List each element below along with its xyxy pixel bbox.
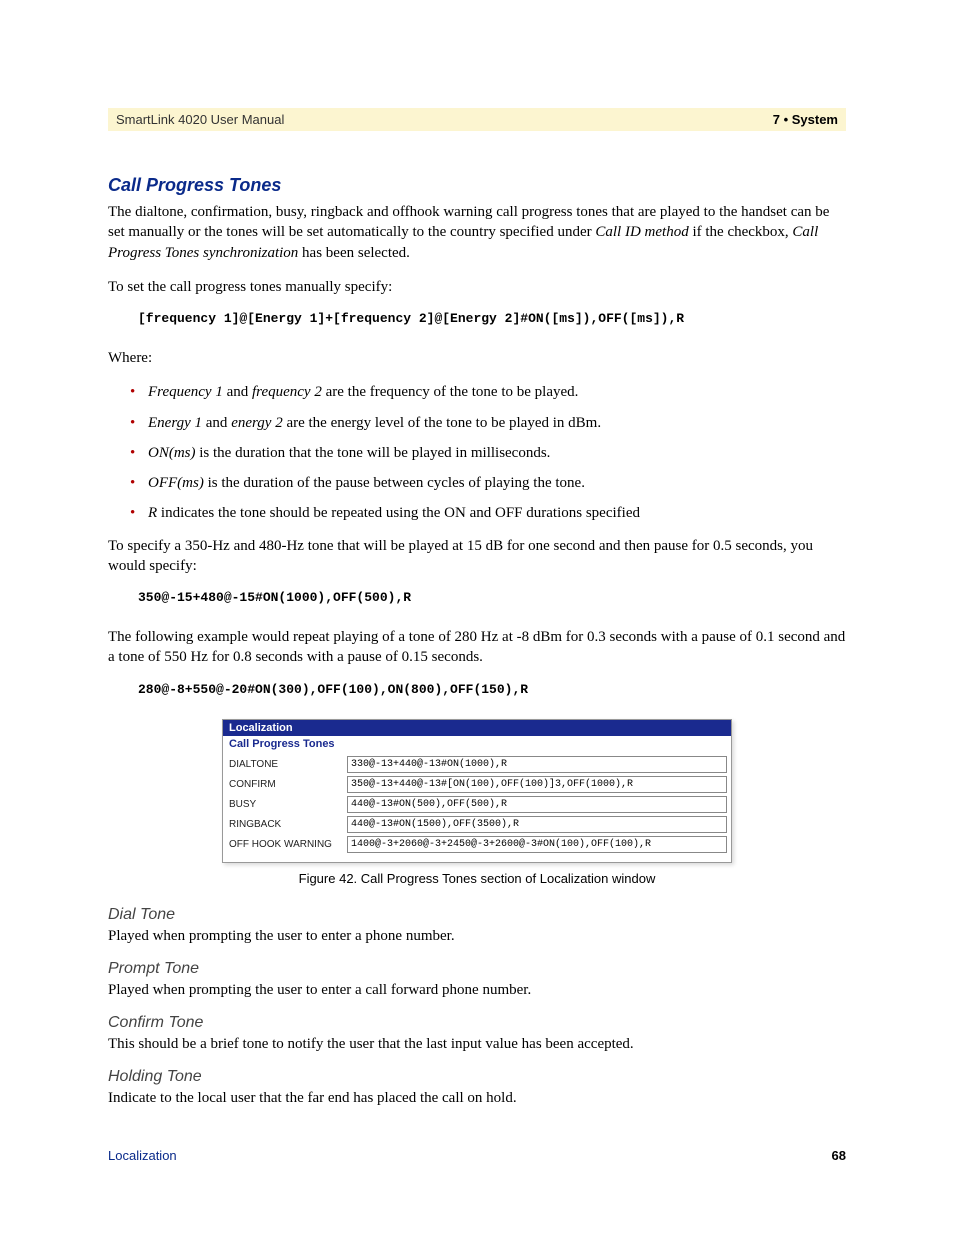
- text: indicates the tone should be repeated us…: [157, 505, 640, 521]
- row-label: CONFIRM: [227, 779, 347, 790]
- text: is the duration of the pause between cyc…: [204, 475, 585, 491]
- section-heading: Call Progress Tones: [108, 175, 846, 196]
- table-row: CONFIRM 350@-13+440@-13#[ON(100),OFF(100…: [227, 776, 727, 793]
- figure-localization-panel: Localization Call Progress Tones DIALTON…: [222, 719, 732, 863]
- chapter-label: 7 • System: [773, 112, 838, 127]
- intro-text-c: if the checkbox,: [689, 224, 793, 240]
- offhook-input[interactable]: 1400@-3+2060@-3+2450@-3+2600@-3#ON(100),…: [347, 836, 727, 853]
- intro-text-e: has been selected.: [298, 245, 410, 261]
- subsection-heading: Confirm Tone: [108, 1014, 846, 1032]
- term: frequency 2: [252, 384, 322, 400]
- list-item: ON(ms) is the duration that the tone wil…: [130, 443, 846, 463]
- row-label: OFF HOOK WARNING: [227, 839, 347, 850]
- example1-paragraph: To specify a 350-Hz and 480-Hz tone that…: [108, 536, 846, 577]
- row-label: DIALTONE: [227, 759, 347, 770]
- figure-caption: Figure 42. Call Progress Tones section o…: [108, 871, 846, 886]
- term: Energy 1: [148, 415, 202, 431]
- term: OFF(ms): [148, 475, 204, 491]
- busy-input[interactable]: 440@-13#ON(500),OFF(500),R: [347, 796, 727, 813]
- code-example1: 350@-15+480@-15#ON(1000),OFF(500),R: [138, 590, 846, 605]
- subsection: Dial Tone Played when prompting the user…: [108, 906, 846, 946]
- example2-paragraph: The following example would repeat playi…: [108, 627, 846, 668]
- page-number: 68: [832, 1148, 846, 1163]
- text: are the frequency of the tone to be play…: [322, 384, 579, 400]
- definition-list: Frequency 1 and frequency 2 are the freq…: [130, 382, 846, 523]
- page-header-bar: SmartLink 4020 User Manual 7 • System: [108, 108, 846, 131]
- subsection-text: Indicate to the local user that the far …: [108, 1088, 846, 1108]
- text: and: [202, 415, 231, 431]
- ringback-input[interactable]: 440@-13#ON(1500),OFF(3500),R: [347, 816, 727, 833]
- text: is the duration that the tone will be pl…: [196, 445, 551, 461]
- subsection-heading: Dial Tone: [108, 906, 846, 924]
- code-example2: 280@-8+550@-20#ON(300),OFF(100),ON(800),…: [138, 682, 846, 697]
- text: are the energy level of the tone to be p…: [283, 415, 601, 431]
- table-row: RINGBACK 440@-13#ON(1500),OFF(3500),R: [227, 816, 727, 833]
- term: ON(ms): [148, 445, 196, 461]
- term: energy 2: [231, 415, 283, 431]
- figure-subtitle: Call Progress Tones: [223, 736, 731, 756]
- term: Frequency 1: [148, 384, 223, 400]
- subsection-text: This should be a brief tone to notify th…: [108, 1034, 846, 1054]
- text: and: [223, 384, 252, 400]
- list-item: OFF(ms) is the duration of the pause bet…: [130, 473, 846, 493]
- subsection: Prompt Tone Played when prompting the us…: [108, 960, 846, 1000]
- row-label: BUSY: [227, 799, 347, 810]
- code-syntax: [frequency 1]@[Energy 1]+[frequency 2]@[…: [138, 311, 846, 326]
- subsection-heading: Prompt Tone: [108, 960, 846, 978]
- table-row: OFF HOOK WARNING 1400@-3+2060@-3+2450@-3…: [227, 836, 727, 853]
- row-label: RINGBACK: [227, 819, 347, 830]
- figure-titlebar: Localization: [223, 720, 731, 736]
- dialtone-input[interactable]: 330@-13+440@-13#ON(1000),R: [347, 756, 727, 773]
- where-label: Where:: [108, 348, 846, 368]
- page: SmartLink 4020 User Manual 7 • System Ca…: [0, 0, 954, 1235]
- subsection-heading: Holding Tone: [108, 1068, 846, 1086]
- manual-title: SmartLink 4020 User Manual: [116, 112, 284, 127]
- footer-section: Localization: [108, 1148, 177, 1163]
- intro-paragraph: The dialtone, confirmation, busy, ringba…: [108, 202, 846, 263]
- confirm-input[interactable]: 350@-13+440@-13#[ON(100),OFF(100)]3,OFF(…: [347, 776, 727, 793]
- subsection-text: Played when prompting the user to enter …: [108, 980, 846, 1000]
- figure-rows: DIALTONE 330@-13+440@-13#ON(1000),R CONF…: [223, 756, 731, 862]
- instruction-paragraph: To set the call progress tones manually …: [108, 277, 846, 297]
- intro-text-b: Call ID method: [595, 224, 688, 240]
- list-item: Energy 1 and energy 2 are the energy lev…: [130, 413, 846, 433]
- list-item: Frequency 1 and frequency 2 are the freq…: [130, 382, 846, 402]
- table-row: BUSY 440@-13#ON(500),OFF(500),R: [227, 796, 727, 813]
- subsection: Holding Tone Indicate to the local user …: [108, 1068, 846, 1108]
- page-footer: Localization 68: [108, 1148, 846, 1163]
- subsection-text: Played when prompting the user to enter …: [108, 926, 846, 946]
- table-row: DIALTONE 330@-13+440@-13#ON(1000),R: [227, 756, 727, 773]
- subsection: Confirm Tone This should be a brief tone…: [108, 1014, 846, 1054]
- term: R: [148, 505, 157, 521]
- list-item: R indicates the tone should be repeated …: [130, 503, 846, 523]
